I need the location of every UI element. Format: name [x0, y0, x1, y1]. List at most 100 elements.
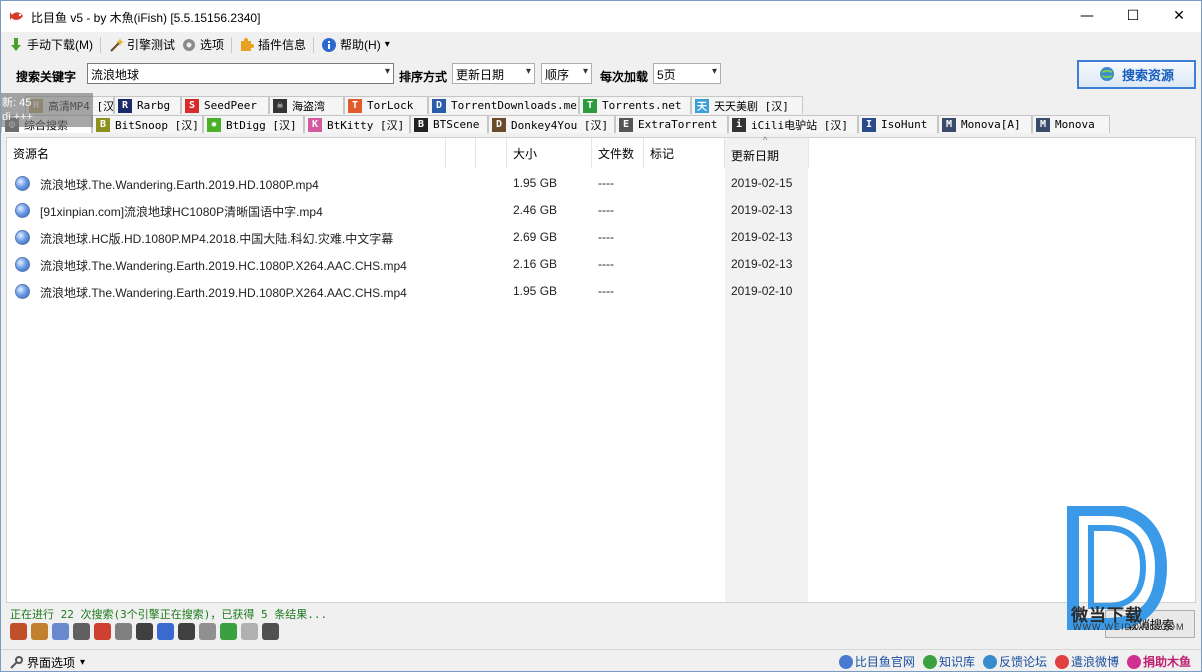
load-label: 每次加载 — [600, 70, 649, 84]
footer-link[interactable]: 比目鱼官网 — [838, 653, 915, 670]
footer-link-icon — [1126, 654, 1141, 669]
result-row[interactable]: 流浪地球.The.Wandering.Earth.2019.HD.1080P.m… — [7, 170, 1195, 197]
footer-link[interactable]: 捐助木鱼 — [1126, 653, 1191, 670]
globe-icon — [15, 230, 30, 245]
result-row[interactable]: 流浪地球.The.Wandering.Earth.2019.HD.1080P.X… — [7, 278, 1195, 305]
torrentdownloads-icon: D — [432, 98, 446, 113]
maximize-button[interactable]: ☐ — [1110, 1, 1156, 31]
engine-tab-btkitty[interactable]: K BtKitty [汉] — [304, 115, 410, 133]
result-name: 流浪地球.HC版.HD.1080P.MP4.2018.中国大陆.科幻.灾难.中文… — [40, 232, 394, 246]
app-window: 比目鱼 v5 - by 木魚(iFish) [5.5.15156.2340] —… — [0, 0, 1202, 672]
result-files: ---- — [598, 284, 614, 298]
engine-tab-icili[interactable]: i iCili电驴站 [汉] — [728, 115, 858, 133]
results-list[interactable]: 资源名 大小 文件数 标记 ^ 更新日期 流浪地球.The.Wandering.… — [6, 135, 1196, 603]
close-button[interactable]: ✕ — [1156, 1, 1202, 31]
engine-tab-torrentsnet[interactable]: T Torrents.net — [579, 96, 691, 114]
chevron-down-icon[interactable]: ▾ — [583, 66, 588, 77]
manual-download-button[interactable]: 手动下载(M) — [5, 34, 96, 56]
column-header-blank-2[interactable] — [476, 138, 507, 168]
ui-options-menu[interactable]: 界面选项 ▾ — [9, 654, 85, 671]
result-name: 流浪地球.The.Wandering.Earth.2019.HC.1080P.X… — [40, 259, 407, 273]
help-menu-button[interactable]: 帮助(H) ▾ — [318, 34, 393, 56]
engine-tab-label: Donkey4You [汉] — [511, 118, 609, 132]
engine-tab-btscene[interactable]: B BTScene — [410, 115, 488, 133]
sort-value: 更新日期 — [456, 68, 505, 82]
footer-link[interactable]: 反馈论坛 — [982, 653, 1047, 670]
column-header-files[interactable]: 文件数 — [592, 138, 644, 168]
engine-tab-torlock[interactable]: T TorLock — [344, 96, 428, 114]
engine-tab-isohunt[interactable]: I IsoHunt — [858, 115, 938, 133]
order-select[interactable]: 顺序 ▾ — [541, 63, 592, 84]
globe-icon — [15, 176, 30, 191]
debug-overlay: 新: 45 di +++ — [1, 93, 93, 127]
result-row[interactable]: 流浪地球.HC版.HD.1080P.MP4.2018.中国大陆.科幻.灾难.中文… — [7, 224, 1195, 251]
chevron-down-icon: ▾ — [384, 39, 390, 50]
chevron-down-icon[interactable]: ▾ — [526, 66, 531, 77]
toolbar: 手动下载(M) 引擎测试 选项 插件信息 帮助(H) ▾ — [1, 32, 1201, 57]
search-resources-button[interactable]: 搜索资源 — [1077, 60, 1196, 89]
engine-tabs: H高清MP4 [汉]RRarbgSSeedPeer☠海盗湾TTorLockDTo… — [1, 96, 1201, 135]
result-files: ---- — [598, 257, 614, 271]
fish-app-icon — [10, 12, 23, 20]
engine-test-label: 引擎测试 — [127, 38, 176, 52]
load-pages-value: 5页 — [657, 68, 676, 82]
globe-icon — [15, 284, 30, 299]
plugin-info-button[interactable]: 插件信息 — [236, 34, 309, 56]
sort-select[interactable]: 更新日期 ▾ — [452, 63, 535, 84]
result-size: 1.95 GB — [513, 284, 558, 298]
engine-tab-label: TorrentDownloads.me — [451, 99, 577, 112]
engine-tab-rarbg[interactable]: R Rarbg — [114, 96, 181, 114]
minimize-button[interactable]: — — [1064, 1, 1110, 31]
engine-tab-seedpeer[interactable]: S SeedPeer — [181, 96, 269, 114]
column-header-mark[interactable]: 标记 — [644, 138, 725, 168]
engine-status-icon — [31, 623, 48, 640]
engine-tab-pirate[interactable]: ☠ 海盗湾 — [269, 96, 344, 114]
engine-test-button[interactable]: 引擎测试 — [105, 34, 178, 56]
footer-link-icon — [1054, 654, 1069, 669]
keyword-combobox[interactable]: 流浪地球 ▾ — [87, 63, 394, 84]
load-pages-select[interactable]: 5页 ▾ — [653, 63, 721, 84]
engine-status-icon — [136, 623, 153, 640]
engine-tab-label: Monova — [1055, 118, 1095, 131]
pirate-icon: ☠ — [273, 98, 287, 113]
icili-icon: i — [732, 117, 746, 132]
engine-tab-monova-a[interactable]: M Monova[A] — [938, 115, 1032, 133]
toolbar-separator — [313, 36, 315, 53]
engine-status-icon — [115, 623, 132, 640]
engine-tab-torrentdownloads[interactable]: D TorrentDownloads.me — [428, 96, 579, 114]
footer-link[interactable]: 遣浪微博 — [1054, 653, 1119, 670]
chevron-down-icon[interactable]: ▾ — [385, 66, 390, 77]
chevron-down-icon[interactable]: ▾ — [712, 66, 717, 77]
engine-status-icon — [73, 623, 90, 640]
overlay-line-2: di +++ — [2, 111, 33, 123]
result-date: 2019-02-13 — [731, 230, 793, 244]
bitsnoop-icon: B — [96, 117, 110, 132]
title-bar: 比目鱼 v5 - by 木魚(iFish) [5.5.15156.2340] —… — [1, 1, 1201, 32]
engine-status-icon — [157, 623, 174, 640]
extratorrent-icon: E — [619, 117, 633, 132]
footer-link-icon — [838, 654, 853, 669]
column-header-blank-1[interactable] — [446, 138, 476, 168]
result-date: 2019-02-15 — [731, 176, 793, 190]
monova-a-icon: M — [942, 117, 956, 132]
engine-status-icons — [10, 623, 283, 641]
engine-tab-label: BitSnoop [汉] — [115, 118, 199, 132]
status-text: 正在进行 22 次搜索(3个引擎正在搜索)，已获得 5 条结果... — [10, 608, 328, 621]
engine-tab-monova[interactable]: M Monova — [1032, 115, 1110, 133]
engine-tab-btdigg[interactable]: ✹ BtDigg [汉] — [203, 115, 304, 133]
result-name: [91xinpian.com]流浪地球HC1080P清晰国语中字.mp4 — [40, 205, 323, 219]
result-row[interactable]: 流浪地球.The.Wandering.Earth.2019.HC.1080P.X… — [7, 251, 1195, 278]
result-row[interactable]: [91xinpian.com]流浪地球HC1080P清晰国语中字.mp4 2.46… — [7, 197, 1195, 224]
watermark-url: WWW.WEIDOWN.COM — [1073, 622, 1185, 632]
engine-tab-donkey[interactable]: D Donkey4You [汉] — [488, 115, 615, 133]
column-header-size[interactable]: 大小 — [507, 138, 592, 168]
engine-tab-bitsnoop[interactable]: B BitSnoop [汉] — [92, 115, 203, 133]
engine-tab-extratorrent[interactable]: E ExtraTorrent — [615, 115, 728, 133]
engine-tab-ttmj[interactable]: 天天天美剧 [汉] — [691, 96, 803, 114]
column-header-date[interactable]: ^ 更新日期 — [725, 135, 809, 168]
column-header-name[interactable]: 资源名 — [7, 138, 446, 168]
engine-status-icon — [241, 623, 258, 640]
options-button[interactable]: 选项 — [178, 34, 227, 56]
footer-link[interactable]: 知识库 — [922, 653, 975, 670]
overlay-line-1: 新: 45 — [2, 97, 32, 109]
